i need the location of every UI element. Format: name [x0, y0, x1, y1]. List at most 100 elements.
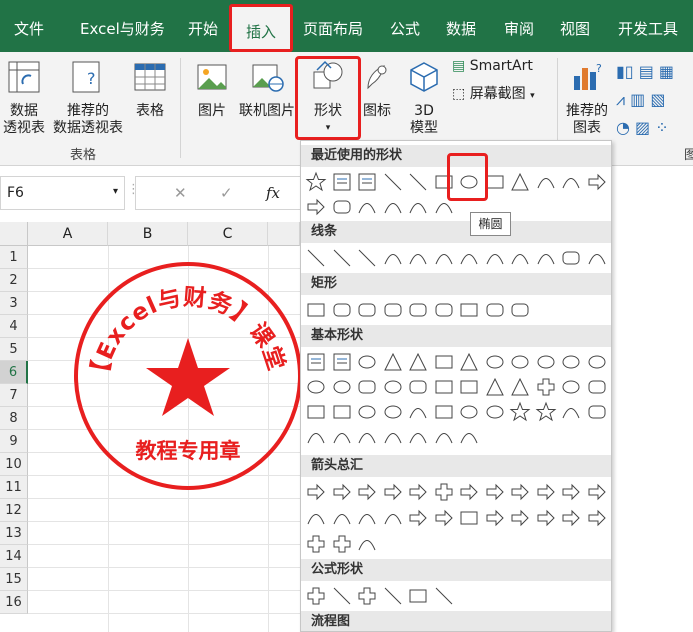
oval-shape-icon[interactable] [484, 351, 506, 373]
row-header[interactable]: 16 [0, 591, 28, 614]
fx-icon[interactable]: fx [266, 184, 280, 202]
curve-shape-icon[interactable] [305, 507, 327, 529]
row-header[interactable]: 10 [0, 453, 28, 476]
tri-shape-icon[interactable] [509, 171, 531, 193]
curve-shape-icon[interactable] [484, 247, 506, 269]
curve-shape-icon[interactable] [433, 247, 455, 269]
oval-shape-icon[interactable] [560, 376, 582, 398]
column-header-d[interactable] [268, 222, 300, 246]
row-header[interactable]: 5 [0, 338, 28, 361]
round-shape-icon[interactable] [433, 299, 455, 321]
curve-shape-icon[interactable] [560, 171, 582, 193]
plus-shape-icon[interactable] [305, 533, 327, 555]
curve-shape-icon[interactable] [407, 196, 429, 218]
arrow-shape-icon[interactable] [586, 171, 608, 193]
arrow-shape-icon[interactable] [484, 481, 506, 503]
curve-shape-icon[interactable] [407, 401, 429, 423]
rect-shape-icon[interactable] [458, 507, 480, 529]
tab-file[interactable]: 文件 [14, 18, 44, 39]
line-shape-icon[interactable] [382, 171, 404, 193]
row-header[interactable]: 1 [0, 246, 28, 269]
tab-excel-finance[interactable]: Excel与财务 [80, 18, 165, 39]
enter-icon[interactable]: ✓ [220, 184, 233, 202]
tri-shape-icon[interactable] [382, 351, 404, 373]
star-shape-icon[interactable] [305, 171, 327, 193]
oval-shape-icon[interactable] [560, 351, 582, 373]
line-shape-icon[interactable] [356, 247, 378, 269]
rect-shape-icon[interactable] [433, 401, 455, 423]
round-shape-icon[interactable] [509, 299, 531, 321]
round-shape-icon[interactable] [586, 376, 608, 398]
oval-shape-icon[interactable] [356, 351, 378, 373]
oval-shape-icon[interactable] [305, 376, 327, 398]
line-shape-icon[interactable] [331, 585, 353, 607]
tab-formulas[interactable]: 公式 [390, 18, 420, 39]
cancel-icon[interactable]: ✕ [174, 184, 187, 202]
arrow-shape-icon[interactable] [305, 196, 327, 218]
row-header[interactable]: 13 [0, 522, 28, 545]
curve-shape-icon[interactable] [356, 196, 378, 218]
line-shape-icon[interactable] [433, 585, 455, 607]
text-shape-icon[interactable] [331, 171, 353, 193]
arrow-shape-icon[interactable] [407, 507, 429, 529]
tab-data[interactable]: 数据 [446, 18, 476, 39]
round-shape-icon[interactable] [484, 299, 506, 321]
row-header[interactable]: 9 [0, 430, 28, 453]
arrow-shape-icon[interactable] [331, 481, 353, 503]
line-shape-icon[interactable] [305, 247, 327, 269]
arrow-shape-icon[interactable] [509, 507, 531, 529]
curve-shape-icon[interactable] [407, 426, 429, 448]
icons-button[interactable]: 图标 [358, 60, 396, 120]
tab-home[interactable]: 开始 [188, 18, 218, 39]
text-shape-icon[interactable] [356, 171, 378, 193]
smartart-button[interactable]: ▤ SmartArt [452, 58, 552, 75]
pivot-table-button[interactable]: 数据 透视表 [2, 60, 46, 137]
arrow-shape-icon[interactable] [484, 507, 506, 529]
select-all-corner[interactable] [0, 222, 28, 246]
curve-shape-icon[interactable] [458, 426, 480, 448]
column-header-c[interactable]: C [188, 222, 268, 246]
text-shape-icon[interactable] [331, 351, 353, 373]
curve-shape-icon[interactable] [535, 171, 557, 193]
curve-shape-icon[interactable] [382, 196, 404, 218]
curve-shape-icon[interactable] [382, 426, 404, 448]
arrow-shape-icon[interactable] [560, 507, 582, 529]
name-box[interactable]: F6 ▾ [0, 176, 125, 210]
plus-shape-icon[interactable] [331, 533, 353, 555]
curve-shape-icon[interactable] [586, 247, 608, 269]
line-shape-icon[interactable] [407, 171, 429, 193]
arrow-shape-icon[interactable] [407, 481, 429, 503]
online-picture-button[interactable]: 联机图片 [236, 60, 298, 120]
curve-shape-icon[interactable] [382, 507, 404, 529]
arrow-shape-icon[interactable] [382, 481, 404, 503]
curve-shape-icon[interactable] [382, 247, 404, 269]
round-shape-icon[interactable] [331, 196, 353, 218]
recommended-charts-button[interactable]: ? 推荐的 图表 [562, 60, 612, 137]
row-header[interactable]: 15 [0, 568, 28, 591]
curve-shape-icon[interactable] [509, 247, 531, 269]
star-shape-icon[interactable] [535, 401, 557, 423]
tri-shape-icon[interactable] [484, 376, 506, 398]
recommended-pivot-button[interactable]: ? 推荐的 数据透视表 [50, 60, 126, 137]
tab-page-layout[interactable]: 页面布局 [303, 18, 363, 39]
plus-shape-icon[interactable] [433, 481, 455, 503]
line-shape-icon[interactable] [331, 247, 353, 269]
picture-button[interactable]: 图片 [190, 60, 234, 120]
row-header[interactable]: 4 [0, 315, 28, 338]
oval-shape-icon[interactable] [458, 401, 480, 423]
round-shape-icon[interactable] [560, 247, 582, 269]
arrow-shape-icon[interactable] [305, 481, 327, 503]
round-shape-icon[interactable] [586, 401, 608, 423]
rect-shape-icon[interactable] [458, 376, 480, 398]
round-shape-icon[interactable] [407, 299, 429, 321]
arrow-shape-icon[interactable] [586, 507, 608, 529]
curve-shape-icon[interactable] [458, 247, 480, 269]
column-header-b[interactable]: B [108, 222, 188, 246]
arrow-shape-icon[interactable] [535, 507, 557, 529]
tri-shape-icon[interactable] [407, 351, 429, 373]
rect-shape-icon[interactable] [331, 401, 353, 423]
curve-shape-icon[interactable] [560, 401, 582, 423]
arrow-shape-icon[interactable] [586, 481, 608, 503]
oval-shape-icon[interactable] [484, 401, 506, 423]
oval-shape-icon[interactable] [356, 401, 378, 423]
